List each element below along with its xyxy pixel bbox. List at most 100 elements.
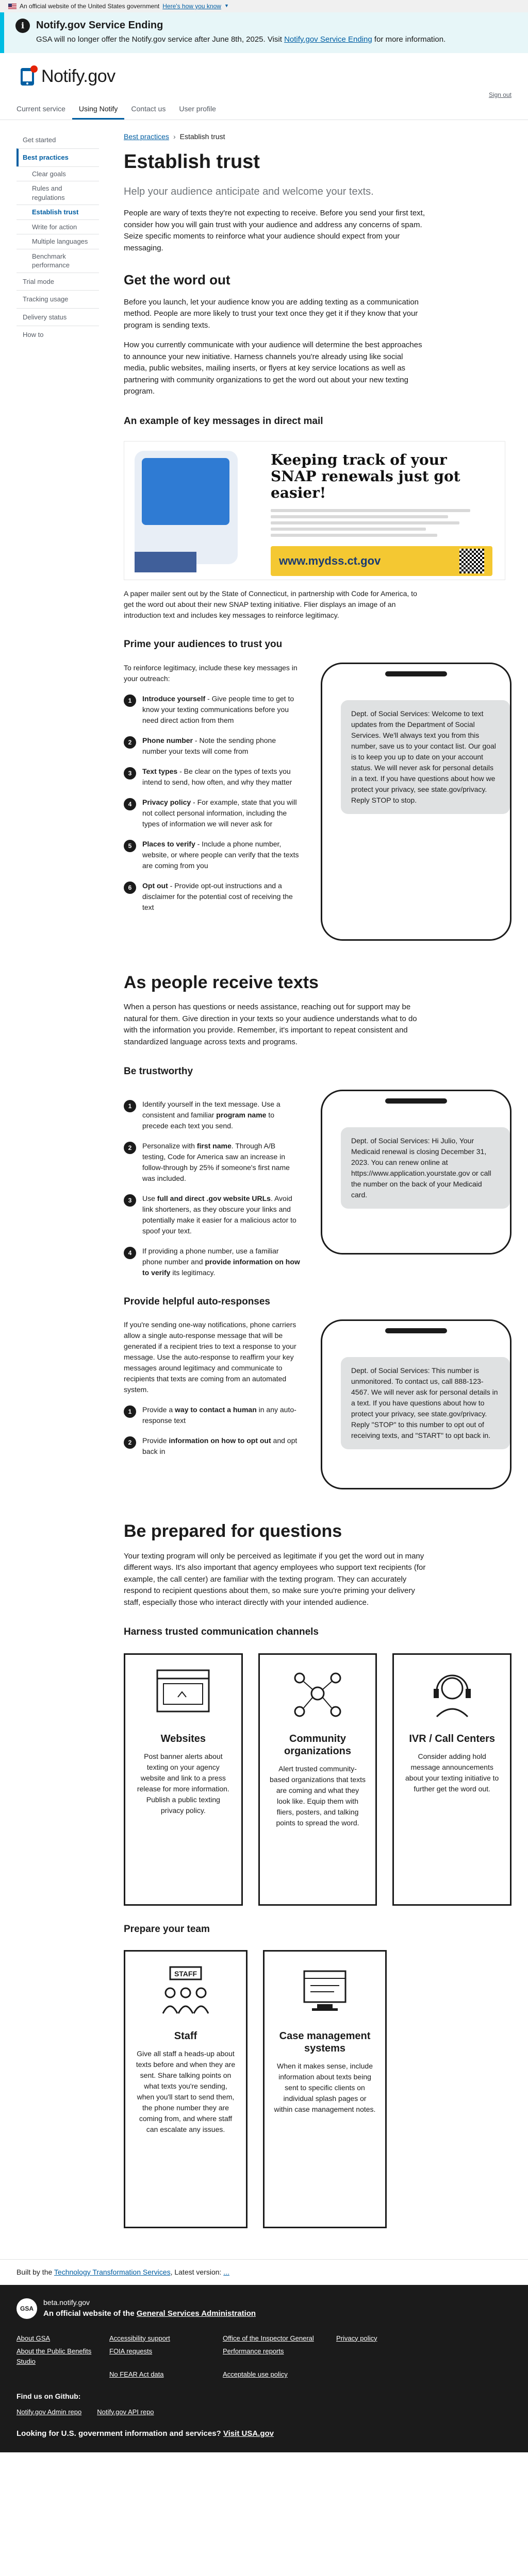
list-item: 4 If providing a phone number, use a fami… <box>124 1246 300 1278</box>
sidebar-item-get-started[interactable]: Get started <box>16 131 99 149</box>
site-header: Notify.gov Sign out <box>0 53 528 100</box>
step-number-3: 3 <box>124 767 136 779</box>
service-ending-link[interactable]: Notify.gov Service Ending <box>284 35 372 44</box>
footer-link-performance[interactable]: Performance reports <box>223 2346 321 2366</box>
step-number-3: 3 <box>124 1194 136 1207</box>
footer-link-oig[interactable]: Office of the Inspector General <box>223 2333 321 2344</box>
footer-link-privacy[interactable]: Privacy policy <box>336 2333 414 2344</box>
gsa-logo-icon: GSA <box>16 2298 37 2319</box>
tts-link[interactable]: Technology Transformation Services <box>54 2268 171 2276</box>
list-item: 3 Text types - Be clear on the types of t… <box>124 766 300 788</box>
list-item: 4 Privacy policy - For example, state tha… <box>124 797 300 829</box>
list-item: 2 Provide information on how to opt out a… <box>124 1435 300 1457</box>
breadcrumb-best-practices[interactable]: Best practices <box>124 131 169 142</box>
mailer-text-bubble <box>142 458 229 526</box>
notify-logo[interactable]: Notify.gov <box>16 63 116 90</box>
breadcrumb: Best practices › Establish trust <box>124 131 512 142</box>
card-text: Give all staff a heads-up about texts be… <box>136 2049 236 2133</box>
gov-banner-text: An official website of the United States… <box>20 3 160 10</box>
card-text: Consider adding hold message announcemen… <box>405 1752 499 1793</box>
nav-current-service[interactable]: Current service <box>16 104 72 120</box>
channels-heading: Harness trusted communication channels <box>124 1626 319 1638</box>
step-number-2: 2 <box>124 1436 136 1449</box>
alert-text: GSA will no longer offer the Notify.gov … <box>36 35 446 44</box>
phone-mockup-auto-response: Dept. of Social Services: This number is… <box>321 1319 512 1490</box>
version-link[interactable]: ... <box>223 2268 229 2276</box>
svg-text:STAFF: STAFF <box>174 1970 197 1978</box>
footer-link-acceptable-use[interactable]: Acceptable use policy <box>223 2369 321 2380</box>
breadcrumb-current: Establish trust <box>179 132 225 141</box>
list-item: 1 Provide a way to contact a human in any… <box>124 1404 300 1426</box>
nav-using-notify[interactable]: Using Notify <box>72 104 125 120</box>
card-text: Alert trusted community-based organizati… <box>270 1765 366 1827</box>
service-ending-alert: i Notify.gov Service Ending GSA will no … <box>0 12 528 53</box>
sidebar-item-write-for-action[interactable]: Write for action <box>16 219 99 234</box>
prepared-heading: Be prepared for questions <box>124 1521 342 1541</box>
word-out-heading: Get the word out <box>124 272 230 288</box>
step-number-4: 4 <box>124 798 136 810</box>
auto-response-intro: If you're sending one-way notifications,… <box>124 1320 296 1394</box>
list-item: 3 Use full and direct .gov website URLs. … <box>124 1193 300 1236</box>
receive-intro: When a person has questions or needs ass… <box>124 1003 417 1046</box>
footer-link-accessibility[interactable]: Accessibility support <box>109 2333 207 2344</box>
footer-link-foia[interactable]: FOIA requests <box>109 2346 207 2366</box>
intro-text: People are wary of texts they're not exp… <box>124 209 425 252</box>
sidebar-item-clear-goals[interactable]: Clear goals <box>16 166 99 181</box>
card-case-management: Case management systems When it makes se… <box>263 1950 387 2229</box>
footer-link-no-fear[interactable]: No FEAR Act data <box>109 2369 207 2380</box>
card-title: Case management systems <box>279 2030 371 2054</box>
usa-gov-link[interactable]: Visit USA.gov <box>223 2429 274 2438</box>
auto-response-heading: Provide helpful auto-responses <box>124 1296 270 1307</box>
trustworthy-heading: Be trustworthy <box>124 1066 193 1077</box>
card-ivr-call-centers: IVR / Call Centers Consider adding hold … <box>392 1653 512 1906</box>
mailer-url: www.mydss.ct.gov <box>279 554 381 568</box>
us-flag-icon <box>8 3 16 9</box>
site-footer: GSA beta.notify.gov An official website … <box>0 2285 528 2452</box>
sidebar-item-establish-trust[interactable]: Establish trust <box>16 205 99 219</box>
receive-heading: As people receive texts <box>124 972 319 992</box>
footer-domain: beta.notify.gov <box>43 2298 90 2307</box>
step-number-4: 4 <box>124 1246 136 1259</box>
list-item: 1 Introduce yourself - Give people time t… <box>124 693 300 726</box>
step-number-1: 1 <box>124 1099 136 1112</box>
footer-official: An official website of the General Servi… <box>43 2309 256 2318</box>
nav-contact-us[interactable]: Contact us <box>124 104 172 120</box>
step-number-6: 6 <box>124 881 136 894</box>
gsa-link[interactable]: General Services Administration <box>137 2309 256 2318</box>
card-staff: STAFF Staff Give all staff a heads-up ab… <box>124 1950 248 2229</box>
github-admin-link[interactable]: Notify.gov Admin repo <box>16 2407 81 2417</box>
card-text: Post banner alerts about texting on your… <box>137 1752 229 1815</box>
heres-how-you-know-link[interactable]: Here's how you know <box>162 2 221 11</box>
direct-mail-image: Keeping track of your SNAP renewals just… <box>124 441 505 581</box>
github-api-link[interactable]: Notify.gov API repo <box>97 2407 154 2417</box>
staff-icon: STAFF <box>162 1966 209 2014</box>
card-title: IVR / Call Centers <box>409 1733 496 1745</box>
step-number-2: 2 <box>124 1141 136 1154</box>
prime-intro: To reinforce legitimacy, include these k… <box>124 663 298 683</box>
phone-mockup-welcome: Dept. of Social Services: Welcome to tex… <box>321 662 512 941</box>
sidebar-item-delivery-status[interactable]: Delivery status <box>16 308 99 326</box>
phone-mockup-renewal: Dept. of Social Services: Hi Julio, Your… <box>321 1089 512 1255</box>
qr-code-icon <box>459 548 484 573</box>
footer-link-about-gsa[interactable]: About GSA <box>16 2333 94 2344</box>
direct-mail-heading: An example of key messages in direct mai… <box>124 415 323 427</box>
sidebar-item-trial-mode[interactable]: Trial mode <box>16 272 99 291</box>
sidebar-item-rules[interactable]: Rules and regulations <box>16 181 99 205</box>
card-text: When it makes sense, include information… <box>274 2061 376 2113</box>
sidebar-item-benchmark[interactable]: Benchmark performance <box>16 248 99 273</box>
step-number-1: 1 <box>124 694 136 707</box>
sign-out-link[interactable]: Sign out <box>489 90 512 99</box>
card-title: Community organizations <box>284 1733 352 1757</box>
sidebar-item-best-practices[interactable]: Best practices <box>16 148 99 166</box>
sidebar-item-multiple-languages[interactable]: Multiple languages <box>16 234 99 249</box>
sidebar-item-how-to[interactable]: How to <box>16 326 99 344</box>
sidebar-item-tracking-usage[interactable]: Tracking usage <box>16 290 99 308</box>
website-icon <box>156 1669 210 1713</box>
card-community-organizations: Community organizations Alert trusted co… <box>258 1653 377 1906</box>
list-item: 2 Phone number - Note the sending phone n… <box>124 735 300 757</box>
prepared-intro: Your texting program will only be percei… <box>124 1551 426 1607</box>
footer-link-benefits-studio[interactable]: About the Public Benefits Studio <box>16 2346 94 2366</box>
step-number-5: 5 <box>124 839 136 852</box>
card-websites: Websites Post banner alerts about textin… <box>124 1653 243 1906</box>
nav-user-profile[interactable]: User profile <box>172 104 223 120</box>
